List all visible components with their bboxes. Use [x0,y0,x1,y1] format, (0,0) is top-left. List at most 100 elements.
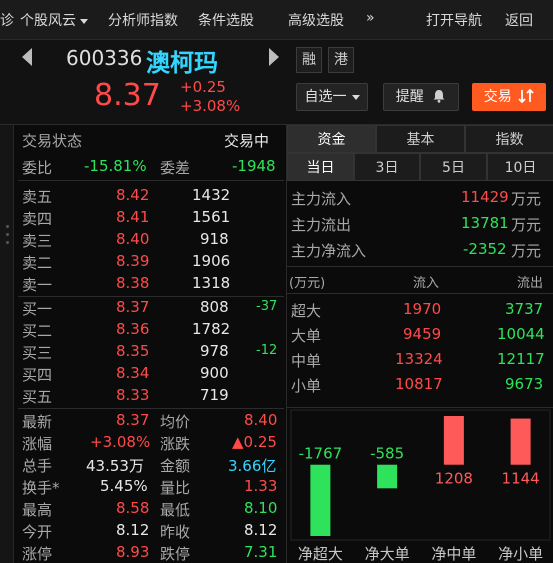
tab-fund[interactable]: 资金 [287,125,376,153]
stat-value-prev-close: 8.12 [244,521,278,539]
hk-connect-tag[interactable]: 港 [328,47,354,73]
trade-status-label: 交易状态 [22,132,83,150]
stats-row: 最新 8.37 均价 8.40 [0,409,286,431]
sell-price: 8.40 [116,230,150,248]
alert-button[interactable]: 提醒 [383,83,459,111]
flow-in-header: 流入 [413,276,440,291]
stat-label: 涨跌 [160,435,191,453]
nav-item-clipped[interactable]: 诊 [0,10,14,30]
tab-3day[interactable]: 3日 [354,153,420,181]
tab-5day[interactable]: 5日 [420,153,487,181]
next-stock-icon[interactable] [269,48,279,66]
nav-label: 个股风云 [20,13,76,29]
flow-out-header: 流出 [517,276,544,291]
buy-label: 买四 [22,366,53,384]
stat-value-limit-down: 7.31 [244,543,278,561]
flow-bar [310,464,331,536]
nav-item-stock-news[interactable]: 个股风云 [20,10,88,30]
trade-status-value: 交易中 [224,132,270,150]
swap-arrows-icon [518,88,534,104]
buy-row[interactable]: 买四 8.34 900 [0,362,286,384]
stock-header: 600336 澳柯玛 8.37 +0.25 +3.08% 融 港 自选一 提醒 … [0,40,553,125]
buy-row[interactable]: 买五 8.33 719 [0,384,286,406]
watchlist-label: 自选一 [304,89,347,105]
stats-row: 最高 8.58 最低 8.10 [0,497,286,519]
sell-volume: 918 [200,230,229,248]
sell-row[interactable]: 卖四 8.41 1561 [0,206,286,228]
stat-label: 今开 [22,523,53,541]
flow-bar-value-label: -1767 [299,445,343,463]
stats-row: 涨停 8.93 跌停 7.31 [0,541,286,563]
nav-item-back[interactable]: 返回 [505,10,533,30]
order-book-panel: 交易状态 交易中 委比 -15.81% 委差 -1948 卖五 8.42 143… [0,125,286,563]
sell-volume: 1432 [192,186,231,204]
trade-label: 交易 [483,89,512,105]
stock-name: 澳柯玛 [146,49,218,77]
nav-item-condition-screen[interactable]: 条件选股 [198,10,254,30]
stat-label: 跌停 [160,545,191,563]
flow-summary-unit: 万元 [511,216,542,234]
flow-table-header: (万元) 流入 流出 [287,269,553,293]
nav-item-open-nav[interactable]: 打开导航 [426,10,482,30]
flow-summary-row: 主力净流入 -2352 万元 [287,237,553,261]
flow-row-label: 中单 [291,352,322,370]
stat-value-volume: 43.53万 [86,457,144,475]
sell-price: 8.38 [116,274,150,292]
sell-volume: 1561 [192,208,231,226]
flow-bar-value-label: -585 [370,445,404,463]
nav-item-advanced-screen[interactable]: 高级选股 [288,10,344,30]
stock-price: 8.37 [94,78,161,113]
flow-out-value: 10044 [497,325,545,343]
stat-label: 涨幅 [22,435,53,453]
flow-row-label: 小单 [291,377,322,395]
sell-row[interactable]: 卖三 8.40 918 [0,228,286,250]
flow-unit-label: (万元) [289,276,326,291]
tab-10day[interactable]: 10日 [487,153,553,181]
buy-row[interactable]: 买三 8.35 978 -12 [0,340,286,362]
sell-row[interactable]: 卖一 8.38 1318 [0,272,286,294]
weicha-label: 委差 [160,159,191,177]
prev-stock-icon[interactable] [22,48,32,66]
divider [18,180,284,181]
sell-row[interactable]: 卖五 8.42 1432 [0,184,286,206]
tab-index[interactable]: 指数 [465,125,553,153]
watchlist-button[interactable]: 自选一 [296,83,368,111]
trade-status-row: 交易状态 交易中 [0,128,286,150]
margin-tag[interactable]: 融 [296,47,322,73]
buy-row[interactable]: 买二 8.36 1782 [0,318,286,340]
stat-value-low: 8.10 [244,499,278,517]
flow-summary-row: 主力流出 13781 万元 [287,211,553,235]
buy-price: 8.34 [116,364,150,382]
stat-label: 均价 [160,413,191,431]
more-icon[interactable]: » [366,10,375,26]
flow-summary-value: 13781 [461,214,509,232]
top-nav: 诊 个股风云 分析师指数 条件选股 高级选股 » 打开导航 返回 [0,0,553,40]
trade-button[interactable]: 交易 [472,83,546,111]
stat-value-latest: 8.37 [116,411,150,429]
flow-bar [510,418,531,465]
flow-summary-value: -2352 [463,240,507,258]
buy-price: 8.37 [116,298,150,316]
sell-row[interactable]: 卖二 8.39 1906 [0,250,286,272]
buy-volume: 719 [200,386,229,404]
stat-label: 量比 [160,479,191,497]
nav-item-analyst-index[interactable]: 分析师指数 [108,10,178,30]
tab-today[interactable]: 当日 [287,153,354,181]
sell-label: 卖五 [22,188,53,206]
chevron-down-icon [80,18,88,24]
flow-in-value: 1970 [403,300,442,318]
flow-out-value: 3737 [505,300,544,318]
buy-row[interactable]: 买一 8.37 808 -37 [0,296,286,318]
stat-label: 金额 [160,457,191,475]
stat-label: 最新 [22,413,53,431]
flow-in-value: 10817 [395,375,443,393]
flow-category-label: 净超大 [298,545,343,563]
buy-price: 8.35 [116,342,150,360]
buy-volume: 808 [200,298,229,316]
sell-volume: 1906 [192,252,231,270]
flow-summary-unit: 万元 [511,242,542,260]
flow-out-value: 12117 [497,350,545,368]
alert-label: 提醒 [395,89,424,105]
tab-basic[interactable]: 基本 [376,125,465,153]
sell-price: 8.41 [116,208,150,226]
